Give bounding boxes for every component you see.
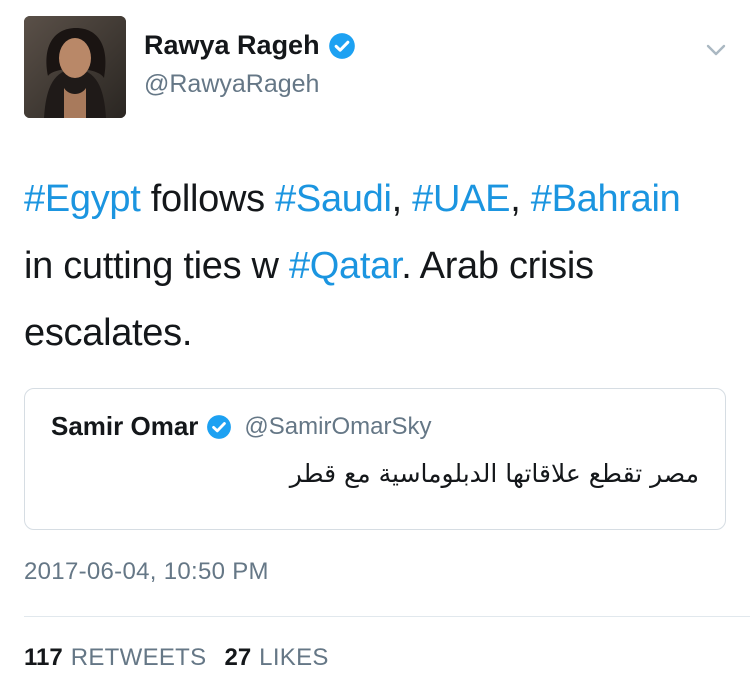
hashtag-link[interactable]: #Bahrain <box>531 178 681 220</box>
tweet-text-segment: follows <box>140 178 276 220</box>
quoted-tweet-card[interactable]: Samir Omar @SamirOmarSky مصر تقطع علاقات… <box>24 388 726 530</box>
tweet-timestamp[interactable]: 2017-06-04, 10:50 PM <box>24 558 269 586</box>
author-avatar[interactable] <box>24 16 126 118</box>
quoted-tweet-header: Samir Omar @SamirOmarSky <box>51 411 431 442</box>
hashtag-link[interactable]: #Saudi <box>275 178 392 220</box>
quoted-author-name: Samir Omar <box>51 411 199 441</box>
author-handle[interactable]: @RawyaRageh <box>144 70 319 99</box>
author-display-name-row[interactable]: Rawya Rageh <box>144 30 356 61</box>
chevron-down-icon[interactable] <box>704 38 728 62</box>
quoted-tweet-text: مصر تقطع علاقاتها الدبلوماسية مع قطر <box>289 459 699 488</box>
retweets-stat[interactable]: 117 RETWEETS <box>24 644 206 672</box>
retweets-label[interactable]: RETWEETS <box>71 644 207 672</box>
tweet-text-segment: escalates. <box>24 312 193 354</box>
likes-label[interactable]: LIKES <box>259 644 329 672</box>
likes-count[interactable]: 27 <box>224 644 251 672</box>
hashtag-link[interactable]: #Egypt <box>24 178 141 220</box>
verified-badge-icon <box>207 414 232 439</box>
tweet-stats: 117 RETWEETS 27 LIKES <box>24 644 329 672</box>
tweet-text-line: escalates. <box>24 300 736 367</box>
tweet-text: #Egypt follows #Saudi, #UAE, #Bahrain in … <box>24 166 736 367</box>
tweet-text-line: in cutting ties w #Qatar. Arab crisis <box>24 233 736 300</box>
tweet-text-segment: in cutting ties w <box>24 245 289 287</box>
quoted-author-handle: @SamirOmarSky <box>244 412 432 440</box>
tweet-text-segment: , <box>391 178 413 220</box>
author-display-name[interactable]: Rawya Rageh <box>144 30 320 61</box>
retweets-count[interactable]: 117 <box>24 644 63 672</box>
divider <box>24 616 750 617</box>
profile-photo <box>24 16 126 118</box>
hashtag-link[interactable]: #UAE <box>412 178 510 220</box>
tweet-text-segment: , <box>510 178 531 220</box>
tweet-text-line: #Egypt follows #Saudi, #UAE, #Bahrain <box>24 166 736 233</box>
hashtag-link[interactable]: #Qatar <box>289 245 402 287</box>
likes-stat[interactable]: 27 LIKES <box>224 644 328 672</box>
verified-badge-icon <box>328 32 355 59</box>
tweet-text-segment: . Arab crisis <box>401 245 594 287</box>
